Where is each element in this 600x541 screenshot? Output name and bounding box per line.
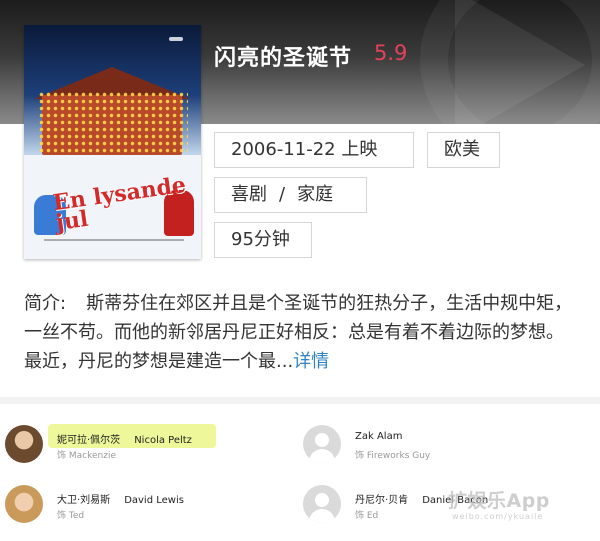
cast-name-cn: Zak Alam [355,431,403,442]
watermark-subtext: weibo.com/ykuaile [452,512,544,521]
christmas-lights-graphic [38,91,188,161]
genre-label: 喜剧 [231,184,267,205]
cast-name[interactable]: 大卫·刘易斯 David Lewis [57,491,184,506]
cast-avatar[interactable] [5,425,43,463]
avatar-body-shape [309,449,335,463]
cast-role: 饰 Fireworks Guy [355,451,431,461]
cast-name[interactable]: 妮可拉·佩尔茨 Nicola Peltz [57,431,192,446]
genre-separator: / [279,184,286,205]
cast-role: 饰 Mackenzie [57,451,116,461]
cast-name-cn: 大卫·刘易斯 [57,495,111,506]
cast-name-cn: 丹尼尔·贝肯 [355,495,409,506]
cast-name-cn: 妮可拉·佩尔茨 [57,435,121,446]
synopsis-label: 简介: [24,293,67,314]
poster-credits-line [44,239,184,241]
avatar-head-shape [315,493,329,507]
duration-tag: 95分钟 [214,222,312,258]
avatar-head-shape [315,433,329,447]
movie-poster[interactable]: En lysande jul [24,25,201,259]
play-icon [455,0,585,124]
genre-tag[interactable]: 喜剧 / 家庭 [214,177,367,213]
cast-role: 饰 Ed [355,511,379,521]
cast-name-en: David Lewis [124,495,184,506]
sleigh-graphic [169,37,183,41]
watermark: 扩娱乐App [448,490,550,512]
cast-name-en: Nicola Peltz [134,435,192,446]
cast-avatar-placeholder[interactable] [303,485,341,523]
cast-role: 饰 Ted [57,511,85,521]
movie-title: 闪亮的圣诞节 [214,46,353,71]
synopsis-more-link[interactable]: 详情 [293,351,329,372]
section-divider [0,397,600,404]
movie-rating: 5.9 [374,41,408,65]
avatar-body-shape [309,509,335,523]
genre-label: 家庭 [297,184,334,205]
cast-avatar[interactable] [5,485,43,523]
synopsis: 简介: 斯蒂芬住在郊区并且是个圣诞节的狂热分子，生活中规中矩，一丝不苟。而他的新邻… [24,289,579,376]
cast-name[interactable]: Zak Alam [355,431,402,442]
cast-avatar-placeholder[interactable] [303,425,341,463]
region-tag[interactable]: 欧美 [427,132,500,168]
release-date-tag: 2006-11-22 上映 [214,132,414,168]
